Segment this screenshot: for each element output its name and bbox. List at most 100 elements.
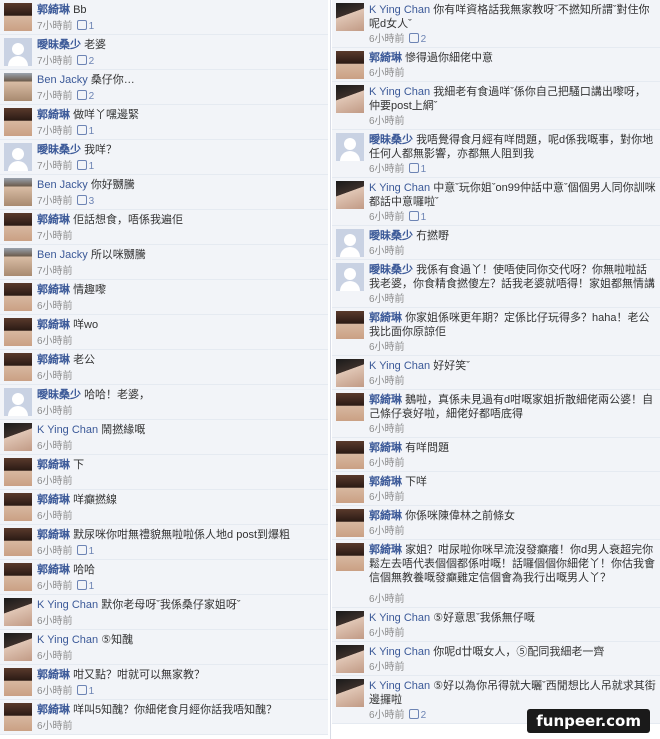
avatar[interactable]: [4, 668, 32, 696]
comment-timestamp[interactable]: 7小時前: [37, 21, 73, 32]
comment-timestamp[interactable]: 6小時前: [37, 371, 73, 382]
comment-author-link[interactable]: 曖昧桑少: [37, 39, 81, 51]
comment-author-link[interactable]: 郭綺琳: [37, 284, 70, 296]
comment-author-link[interactable]: 郭綺琳: [37, 494, 70, 506]
avatar[interactable]: [4, 563, 32, 591]
comment-author-link[interactable]: 曖昧桑少: [369, 230, 413, 242]
avatar[interactable]: [336, 543, 364, 571]
like-count[interactable]: 1: [76, 160, 94, 172]
avatar[interactable]: [336, 181, 364, 209]
comment-timestamp[interactable]: 6小時前: [369, 662, 405, 673]
comment-timestamp[interactable]: 6小時前: [37, 581, 73, 592]
like-count[interactable]: 2: [76, 90, 94, 102]
comment-timestamp[interactable]: 6小時前: [37, 511, 73, 522]
comment-author-link[interactable]: K Ying Chan: [369, 360, 430, 372]
comment-timestamp[interactable]: 6小時前: [369, 424, 405, 435]
comment-author-link[interactable]: 郭綺琳: [37, 354, 70, 366]
avatar[interactable]: [336, 679, 364, 707]
comment-timestamp[interactable]: 6小時前: [369, 458, 405, 469]
avatar[interactable]: [336, 475, 364, 503]
comment-author-link[interactable]: K Ying Chan: [37, 634, 98, 646]
comment-author-link[interactable]: 郭綺琳: [37, 459, 70, 471]
comment-timestamp[interactable]: 6小時前: [369, 212, 405, 223]
comment-timestamp[interactable]: 6小時前: [369, 526, 405, 537]
comment-author-link[interactable]: 郭綺琳: [369, 544, 402, 556]
avatar[interactable]: [336, 51, 364, 79]
comment-timestamp[interactable]: 6小時前: [369, 68, 405, 79]
avatar[interactable]: [4, 493, 32, 521]
avatar[interactable]: [4, 283, 32, 311]
comment-author-link[interactable]: K Ying Chan: [37, 424, 98, 436]
avatar[interactable]: [336, 509, 364, 537]
comment-author-link[interactable]: 郭綺琳: [37, 704, 70, 716]
avatar[interactable]: [4, 598, 32, 626]
avatar[interactable]: [4, 458, 32, 486]
comment-timestamp[interactable]: 6小時前: [369, 164, 405, 175]
comment-timestamp[interactable]: 7小時前: [37, 56, 73, 67]
avatar[interactable]: [4, 528, 32, 556]
comment-timestamp[interactable]: 6小時前: [369, 294, 405, 305]
avatar[interactable]: [4, 353, 32, 381]
comment-timestamp[interactable]: 6小時前: [369, 342, 405, 353]
comment-timestamp[interactable]: 6小時前: [37, 616, 73, 627]
comment-author-link[interactable]: K Ying Chan: [369, 646, 430, 658]
comment-author-link[interactable]: K Ying Chan: [369, 86, 430, 98]
comment-timestamp[interactable]: 7小時前: [37, 91, 73, 102]
comment-author-link[interactable]: 曖昧桑少: [369, 134, 413, 146]
comment-timestamp[interactable]: 6小時前: [37, 336, 73, 347]
avatar[interactable]: [4, 3, 32, 31]
comment-timestamp[interactable]: 7小時前: [37, 266, 73, 277]
like-count[interactable]: 1: [76, 580, 94, 592]
comment-author-link[interactable]: 郭綺琳: [369, 312, 402, 324]
avatar[interactable]: [4, 423, 32, 451]
avatar[interactable]: [4, 213, 32, 241]
like-count[interactable]: 3: [76, 195, 94, 207]
comment-author-link[interactable]: K Ying Chan: [369, 4, 430, 16]
avatar[interactable]: [4, 108, 32, 136]
avatar[interactable]: [4, 143, 32, 171]
avatar[interactable]: [4, 388, 32, 416]
like-count[interactable]: 1: [76, 685, 94, 697]
comment-timestamp[interactable]: 6小時前: [37, 686, 73, 697]
comment-author-link[interactable]: Ben Jacky: [37, 249, 88, 261]
comment-author-link[interactable]: 郭綺琳: [369, 476, 402, 488]
comment-timestamp[interactable]: 7小時前: [37, 126, 73, 137]
like-count[interactable]: 1: [408, 163, 426, 175]
avatar[interactable]: [336, 311, 364, 339]
comment-author-link[interactable]: K Ying Chan: [369, 680, 430, 692]
comment-timestamp[interactable]: 6小時前: [37, 301, 73, 312]
comment-author-link[interactable]: K Ying Chan: [369, 182, 430, 194]
comment-author-link[interactable]: 曖昧桑少: [37, 389, 81, 401]
comment-author-link[interactable]: 郭綺琳: [37, 214, 70, 226]
avatar[interactable]: [336, 85, 364, 113]
avatar[interactable]: [4, 73, 32, 101]
like-count[interactable]: 1: [76, 125, 94, 137]
comment-author-link[interactable]: 郭綺琳: [369, 510, 402, 522]
like-count[interactable]: 1: [408, 211, 426, 223]
like-count[interactable]: 2: [408, 33, 426, 45]
avatar[interactable]: [336, 133, 364, 161]
comment-timestamp[interactable]: 7小時前: [37, 231, 73, 242]
comment-author-link[interactable]: 曖昧桑少: [37, 144, 81, 156]
like-count[interactable]: 1: [76, 545, 94, 557]
comment-author-link[interactable]: 郭綺琳: [37, 109, 70, 121]
comment-author-link[interactable]: 郭綺琳: [37, 4, 70, 16]
avatar[interactable]: [4, 703, 32, 731]
like-count[interactable]: 2: [408, 709, 426, 721]
avatar[interactable]: [336, 3, 364, 31]
comment-author-link[interactable]: 郭綺琳: [37, 669, 70, 681]
comment-author-link[interactable]: 郭綺琳: [37, 564, 70, 576]
comment-author-link[interactable]: 郭綺琳: [369, 442, 402, 454]
comment-author-link[interactable]: 郭綺琳: [37, 529, 70, 541]
avatar[interactable]: [4, 38, 32, 66]
comment-timestamp[interactable]: 7小時前: [37, 196, 73, 207]
comment-timestamp[interactable]: 6小時前: [37, 721, 73, 732]
avatar[interactable]: [336, 611, 364, 639]
comment-timestamp[interactable]: 6小時前: [369, 628, 405, 639]
comment-author-link[interactable]: 郭綺琳: [369, 52, 402, 64]
comment-timestamp[interactable]: 6小時前: [369, 710, 405, 721]
comment-author-link[interactable]: 郭綺琳: [37, 319, 70, 331]
comment-author-link[interactable]: Ben Jacky: [37, 179, 88, 191]
comment-timestamp[interactable]: 6小時前: [37, 546, 73, 557]
comment-timestamp[interactable]: 6小時前: [369, 246, 405, 257]
